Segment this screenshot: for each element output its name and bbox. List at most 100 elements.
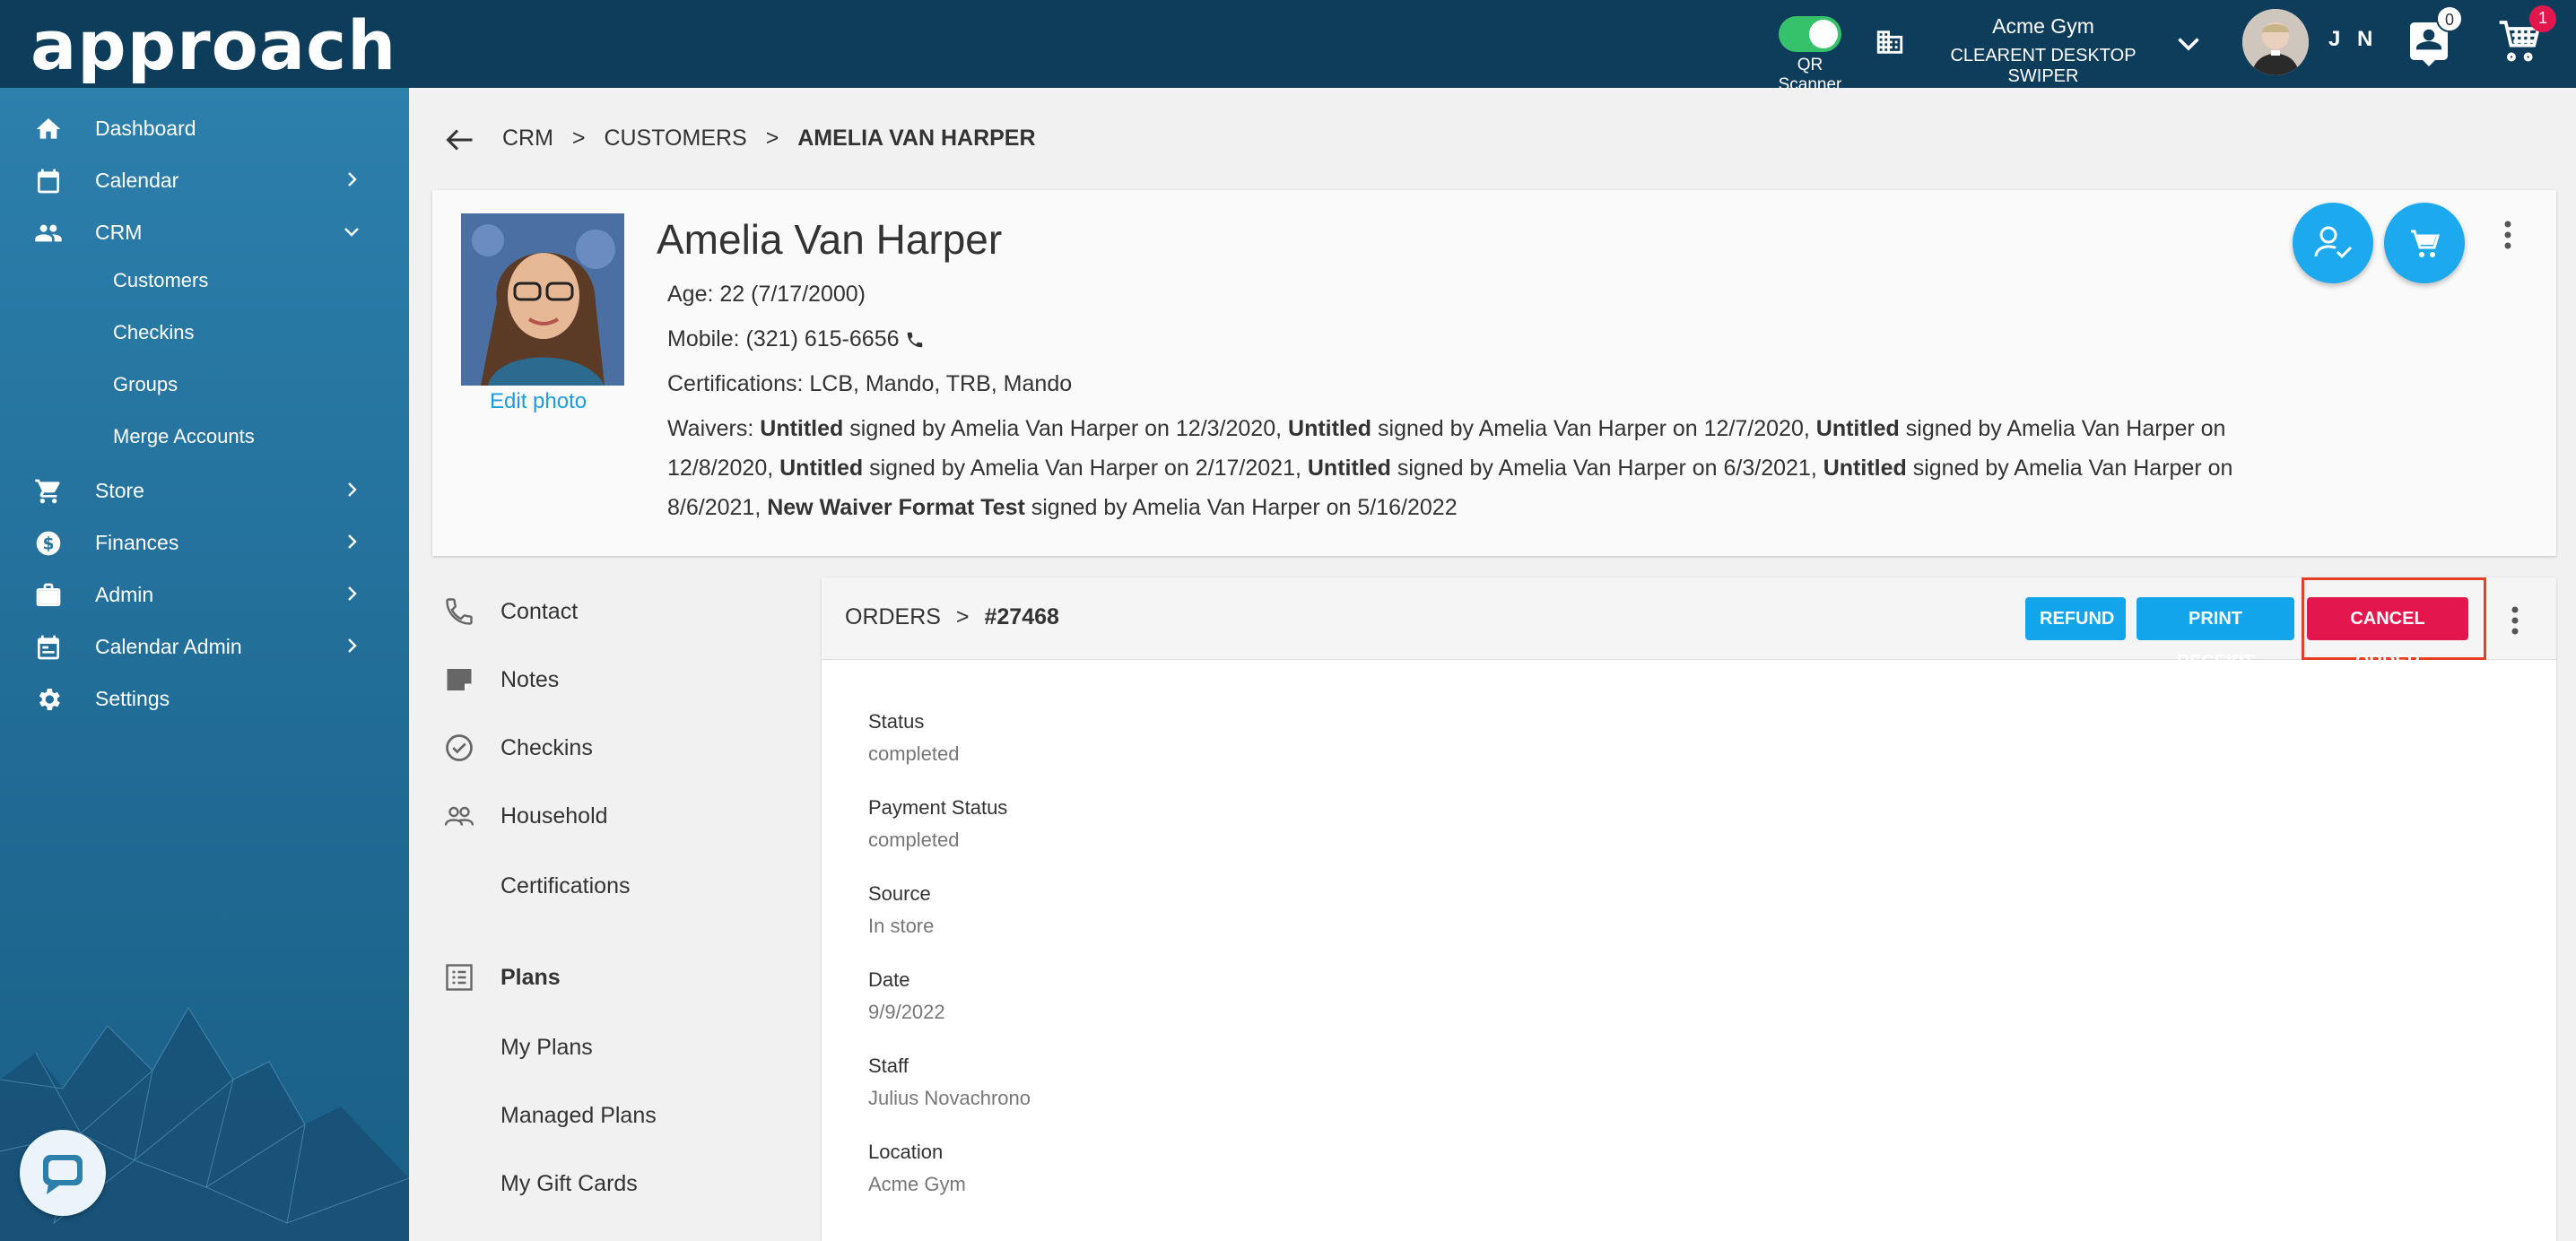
orders-link[interactable]: ORDERS [845,604,941,629]
note-icon [447,669,472,690]
menu-item-label: Household [500,803,608,829]
refund-button[interactable]: REFUND [2025,597,2126,640]
waiver-title: Untitled [1307,456,1391,481]
sidebar-item-label: Store [95,479,144,502]
waiver-text: signed by Amelia Van Harper on 12/3/2020… [843,416,1289,441]
chat-button[interactable] [20,1130,106,1216]
customer-mobile: Mobile: (321) 615-6656 [667,319,2318,359]
calendar-icon [38,169,59,194]
check-circle-icon [446,734,473,761]
print-receipt-button[interactable]: PRINT RECEIPT [2137,597,2294,672]
field-value: completed [868,829,960,851]
user-avatar[interactable] [2242,9,2309,75]
waiver-title: Untitled [1815,416,1900,441]
check-in-button[interactable] [2293,203,2373,283]
list-icon [446,964,473,991]
chevron-right-icon [341,583,362,611]
qr-scanner-toggle[interactable]: QR Scanner [1763,16,1857,95]
order-detail-panel: ORDERS > #27468 REFUND PRINT RECEIPT CAN… [822,577,2556,1241]
waiver-text: signed by Amelia Van Harper on 12/7/2020… [1371,416,1816,441]
profile-more-icon[interactable] [2501,217,2515,261]
breadcrumb-customers[interactable]: CUSTOMERS [604,126,746,151]
field-label: Location [868,1141,944,1163]
field-value: completed [868,742,960,765]
sidebar-subitem-customers[interactable]: Customers [113,269,208,292]
breadcrumb-crm[interactable]: CRM [502,126,553,151]
order-number: #27468 [984,604,1059,629]
sidebar-item-label: Admin [95,583,154,606]
cart-icon [2411,230,2441,257]
phone-icon[interactable] [905,330,925,350]
order-field-source: Source In store [868,882,934,938]
user-initials[interactable]: J N [2328,27,2378,52]
sidebar-item-settings[interactable]: Settings [0,673,409,725]
field-label: Date [868,968,910,991]
briefcase-icon [36,583,61,606]
chevron-down-icon[interactable] [2172,27,2205,64]
menu-item-label: Certifications [500,873,631,898]
waivers-label: Waivers: [667,416,754,441]
waiver-text: signed by Amelia Van Harper on 6/3/2021, [1390,456,1823,481]
top-bar: approach QR Scanner Acme Gym CLEARENT DE… [0,0,2576,94]
order-more-icon[interactable] [2508,603,2522,647]
waiver-title: Untitled [1823,456,1907,481]
cancel-order-button[interactable]: CANCEL ORDER [2307,597,2468,672]
sidebar-item-store[interactable]: Store [0,464,409,516]
notification-badge: 0 [2436,5,2463,32]
menu-item-label: Notes [500,667,560,692]
menu-item-label: My Gift Cards [500,1171,638,1196]
svg-text:$: $ [43,535,55,554]
gym-selector[interactable]: Acme Gym CLEARENT DESKTOP SWIPER [1918,14,2169,87]
gym-name: Acme Gym [1992,14,2094,38]
customer-waivers: Waivers: Untitled signed by Amelia Van H… [667,409,2318,527]
toggle-switch[interactable] [1779,16,1841,52]
sidebar-item-label: Calendar Admin [95,635,242,658]
sidebar-item-crm[interactable]: CRM [0,206,409,258]
dollar-icon: $ [36,531,61,556]
breadcrumb-separator: > [765,126,779,151]
home-icon [36,118,61,139]
approach-logo[interactable]: approach [30,5,396,85]
sidebar-subitem-groups[interactable]: Groups [113,373,178,396]
add-to-cart-button[interactable] [2384,203,2465,283]
field-label: Source [868,882,931,905]
breadcrumb-separator: > [571,126,586,151]
gym-device: CLEARENT DESKTOP SWIPER [1950,46,2137,86]
phone-icon [446,598,473,625]
waiver-title: Untitled [779,456,864,481]
sidebar-item-label: Settings [95,687,170,710]
sidebar-subitem-merge-accounts[interactable]: Merge Accounts [113,425,255,448]
customer-profile-card: Edit photo Amelia Van Harper Age: 22 (7/… [432,190,2556,556]
field-value: Julius Novachrono [868,1087,1031,1109]
chevron-right-icon [341,635,362,663]
sidebar-item-admin[interactable]: Admin [0,568,409,620]
breadcrumb-current: AMELIA VAN HARPER [797,126,1036,151]
field-label: Status [868,710,925,733]
order-field-status: Status completed [868,710,960,766]
order-field-date: Date 9/9/2022 [868,968,945,1024]
sidebar-item-dashboard[interactable]: Dashboard [0,102,409,154]
building-icon [1875,27,1905,62]
person-check-icon [2314,226,2353,259]
menu-item-label: My Plans [500,1035,593,1060]
sidebar-item-calendar-admin[interactable]: Calendar Admin [0,620,409,673]
field-value: Acme Gym [868,1173,966,1195]
chevron-right-icon [341,169,362,196]
cart-badge: 1 [2529,5,2556,32]
sidebar-subitem-checkins[interactable]: Checkins [113,321,194,344]
people-outline-icon [444,806,474,826]
breadcrumb: CRM > CUSTOMERS > AMELIA VAN HARPER [502,126,1049,152]
waiver-text: signed by Amelia Van Harper on 2/17/2021… [863,456,1308,481]
calendar-admin-icon [38,635,59,660]
menu-item-label: Contact [500,599,579,624]
order-breadcrumb: ORDERS > #27468 [845,604,1059,630]
order-header: ORDERS > #27468 REFUND PRINT RECEIPT CAN… [822,577,2556,672]
sidebar-item-finances[interactable]: $ Finances [0,516,409,568]
mobile-text: Mobile: (321) 615-6656 [667,326,900,351]
menu-item-label: Plans [500,965,561,990]
sidebar-item-calendar[interactable]: Calendar [0,154,409,206]
people-icon [35,224,62,242]
sidebar-item-label: Calendar [95,169,179,192]
back-arrow-icon[interactable] [441,124,479,161]
edit-photo-link[interactable]: Edit photo [490,389,587,414]
